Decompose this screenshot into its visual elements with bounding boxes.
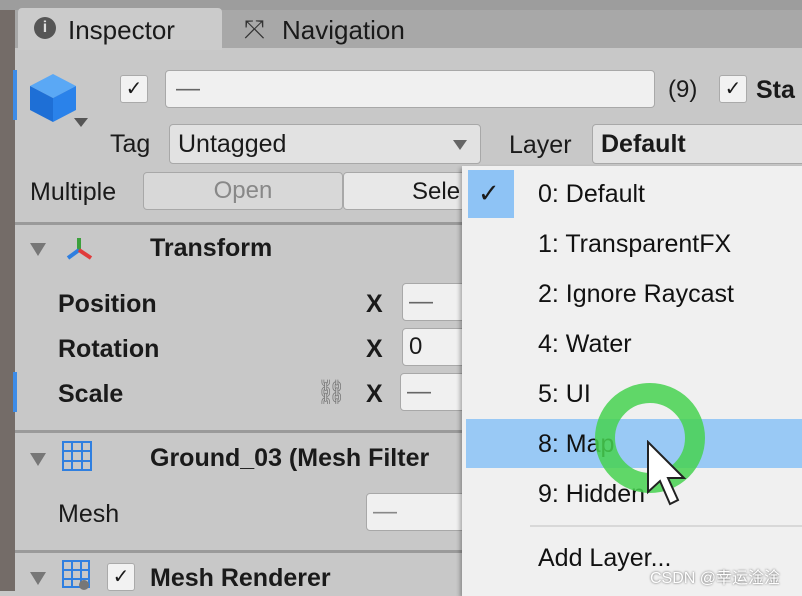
- name-field[interactable]: —: [165, 70, 655, 108]
- axis-x-label: X: [366, 335, 383, 363]
- tab-label: Inspector: [68, 15, 175, 45]
- tab-navigation[interactable]: ⤧ Navigation: [222, 8, 482, 50]
- active-checkbox[interactable]: ✓: [120, 75, 148, 103]
- multiple-label: Multiple: [30, 178, 117, 206]
- scale-label: Scale: [58, 380, 124, 408]
- layer-menu-item-0[interactable]: 0: Default: [538, 180, 645, 209]
- static-checkbox[interactable]: ✓: [719, 75, 747, 103]
- layer-menu-item-2[interactable]: 2: Ignore Raycast: [538, 280, 734, 309]
- constrain-proportions-icon[interactable]: ⛓: [316, 378, 346, 407]
- mesh-label: Mesh: [58, 500, 120, 528]
- mesh-filter-icon: [62, 441, 92, 471]
- layer-menu-item-5[interactable]: 5: UI: [538, 380, 591, 409]
- static-label: Sta: [756, 76, 795, 104]
- menu-separator: [530, 525, 802, 527]
- tag-label: Tag: [110, 130, 151, 158]
- selection-count: (9): [668, 76, 698, 103]
- divider: [15, 222, 475, 225]
- cube-dropdown-arrow[interactable]: [74, 118, 88, 127]
- mesh-renderer-title: Mesh Renderer: [150, 564, 331, 592]
- rotation-label: Rotation: [58, 335, 160, 363]
- axis-x-label: X: [366, 290, 383, 318]
- tab-label: Navigation: [282, 15, 405, 45]
- axis-x-label: X: [366, 380, 383, 408]
- mesh-renderer-collapse-arrow[interactable]: [30, 572, 46, 585]
- chevron-down-icon: [453, 140, 467, 150]
- mesh-renderer-icon: [62, 560, 90, 590]
- divider: [15, 550, 475, 553]
- transform-icon: [66, 238, 93, 260]
- navigation-icon: ⤧: [244, 14, 265, 44]
- position-label: Position: [58, 290, 157, 318]
- layer-dropdown[interactable]: Default: [592, 124, 802, 164]
- layer-label: Layer: [509, 131, 572, 159]
- mesh-filter-collapse-arrow[interactable]: [30, 453, 46, 466]
- cube-icon: [30, 74, 76, 122]
- tag-dropdown[interactable]: Untagged: [169, 124, 481, 164]
- mesh-field[interactable]: —: [366, 493, 472, 531]
- layer-menu-item-1[interactable]: 1: TransparentFX: [538, 230, 731, 259]
- select-button[interactable]: Sele: [343, 172, 473, 210]
- check-icon: ✓: [478, 178, 500, 208]
- layer-menu-item-4[interactable]: 4: Water: [538, 330, 632, 359]
- mouse-cursor-icon: [647, 440, 687, 506]
- info-icon: i: [34, 17, 56, 39]
- transform-collapse-arrow[interactable]: [30, 243, 46, 256]
- divider: [15, 430, 475, 433]
- watermark: CSDN @幸运淦淦: [650, 570, 781, 587]
- scale-marker: [13, 372, 17, 412]
- left-strip-marker: [13, 70, 17, 120]
- mesh-renderer-checkbox[interactable]: ✓: [107, 563, 135, 591]
- transform-title: Transform: [150, 234, 273, 262]
- tab-inspector[interactable]: i Inspector: [18, 8, 222, 50]
- open-button[interactable]: Open: [143, 172, 343, 210]
- mesh-filter-title: Ground_03 (Mesh Filter: [150, 444, 430, 472]
